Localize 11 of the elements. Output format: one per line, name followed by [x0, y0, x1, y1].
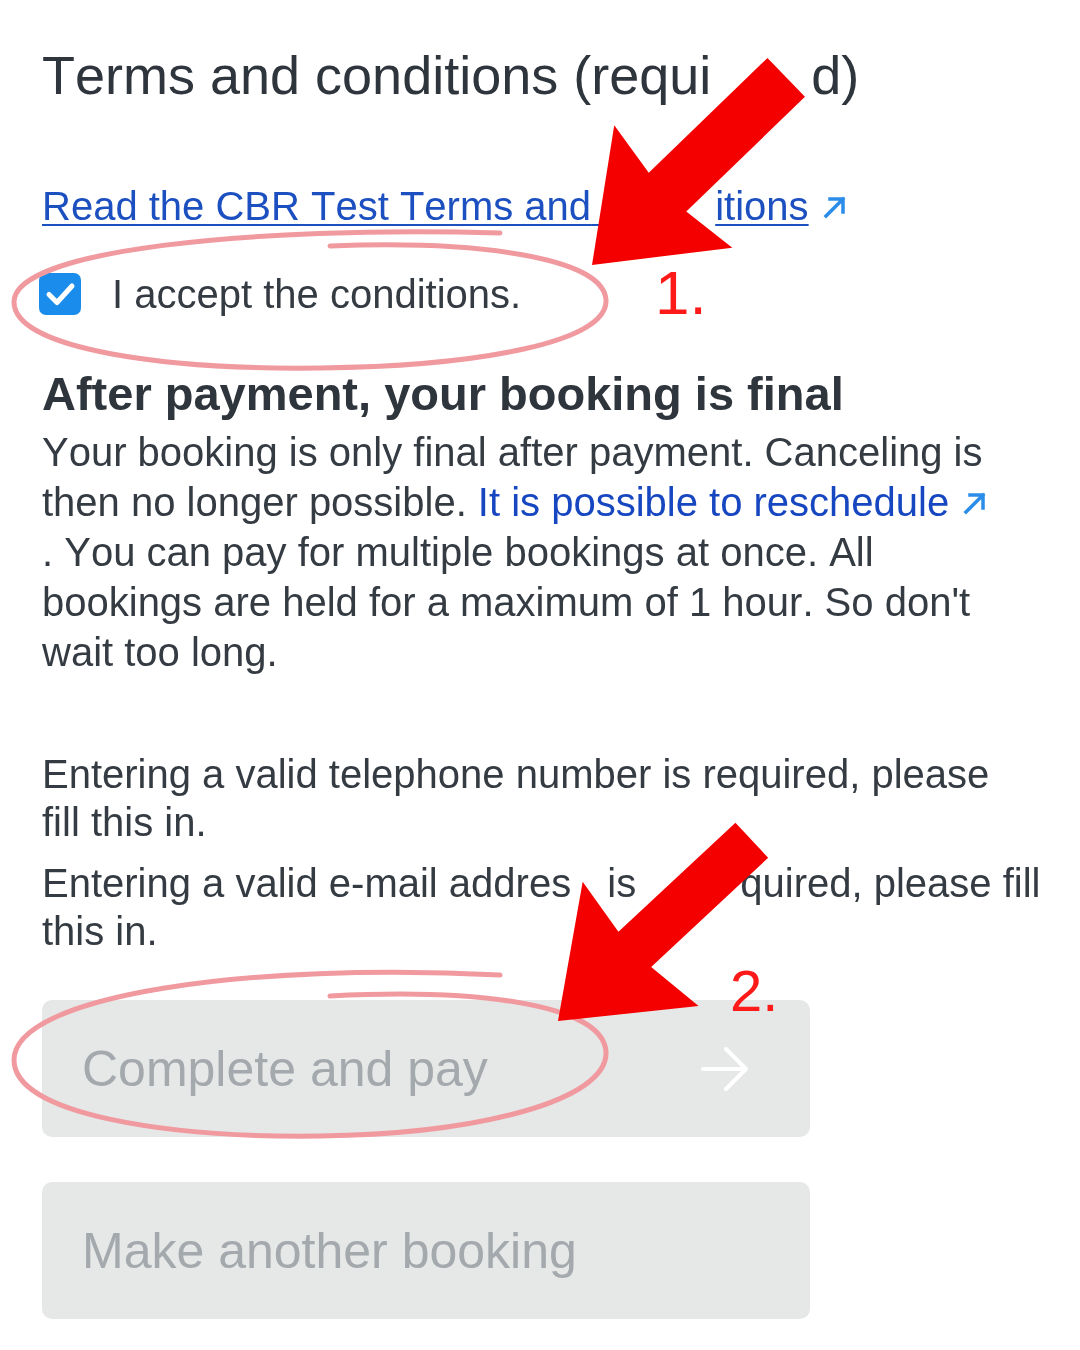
section-title: Terms and conditions (requi d) — [42, 44, 861, 107]
right-arrow-icon — [700, 1044, 750, 1093]
checkbox-label: I accept the conditions. — [112, 271, 522, 318]
error-message: Entering a valid e-mail addres is quired, please fill this in. — [42, 860, 1042, 955]
reschedule-link[interactable]: It is possible to reschedule — [477, 480, 990, 524]
error-message: Entering a valid telephone number is required, please fill this in. — [42, 751, 991, 846]
checkbox[interactable] — [38, 272, 82, 316]
terms-link[interactable]: Read the CBR Test Terms and itions — [42, 184, 849, 228]
booking-info-text: Your booking is only final after payment. Canceling is then no longer possible. It is possible to reschedule . You can pay for multiple bookings at once. All bookings are held for a maximum of 1 hour. So don't wait too long. — [42, 427, 1027, 677]
notice-heading: After payment, your booking is final — [42, 366, 845, 422]
step-number: 1. — [655, 262, 707, 324]
